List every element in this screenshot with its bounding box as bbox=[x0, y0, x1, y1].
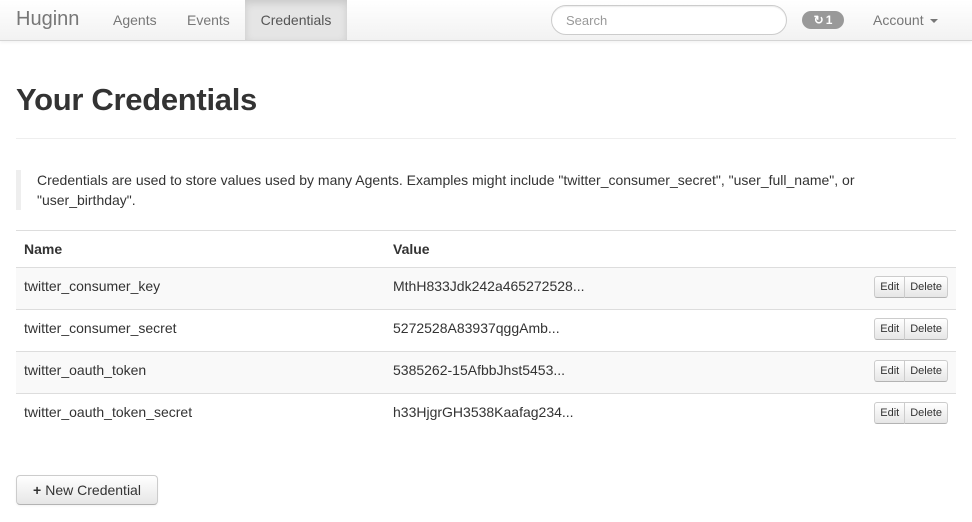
table-row: twitter_consumer_secret 5272528A83937qgg… bbox=[16, 309, 956, 351]
caret-down-icon bbox=[929, 19, 938, 24]
edit-button[interactable]: Edit bbox=[874, 318, 906, 340]
account-label: Account bbox=[873, 12, 924, 28]
table-row: twitter_oauth_token 5385262-15AfbbJhst54… bbox=[16, 351, 956, 393]
edit-button[interactable]: Edit bbox=[874, 276, 906, 298]
new-credential-label: New Credential bbox=[45, 482, 141, 498]
row-actions: Edit Delete bbox=[874, 318, 948, 340]
credential-name: twitter_oauth_token bbox=[24, 362, 147, 378]
credential-name: twitter_oauth_token_secret bbox=[24, 404, 193, 420]
row-actions: Edit Delete bbox=[874, 402, 948, 424]
credentials-table: Name Value twitter_consumer_key MthH833J… bbox=[16, 230, 956, 435]
divider bbox=[16, 138, 956, 139]
credential-value: 5385262-15AfbbJhst5453... bbox=[393, 362, 566, 378]
delete-button[interactable]: Delete bbox=[905, 402, 948, 424]
credential-value: h33HjgrGH3538Kaafag234... bbox=[393, 404, 574, 420]
nav-credentials[interactable]: Credentials bbox=[245, 0, 347, 40]
column-header-name: Name bbox=[24, 241, 63, 257]
page-title: Your Credentials bbox=[16, 82, 257, 117]
jobs-count: 1 bbox=[825, 13, 833, 27]
credential-value: MthH833Jdk242a465272528... bbox=[393, 278, 585, 294]
credential-name: twitter_consumer_key bbox=[24, 278, 161, 294]
info-blockquote: Credentials are used to store values use… bbox=[16, 170, 916, 210]
edit-button[interactable]: Edit bbox=[874, 402, 906, 424]
account-menu[interactable]: Account bbox=[873, 0, 938, 40]
sync-icon: ↻ bbox=[813, 13, 824, 27]
search-input[interactable] bbox=[551, 5, 787, 35]
edit-button[interactable]: Edit bbox=[874, 360, 906, 382]
nav-events[interactable]: Events bbox=[173, 0, 244, 40]
nav-agents[interactable]: Agents bbox=[99, 0, 171, 40]
table-row: twitter_consumer_key MthH833Jdk242a46527… bbox=[16, 267, 956, 309]
plus-icon: + bbox=[33, 482, 42, 498]
row-actions: Edit Delete bbox=[874, 276, 948, 298]
credential-name: twitter_consumer_secret bbox=[24, 320, 177, 336]
table-row: twitter_oauth_token_secret h33HjgrGH3538… bbox=[16, 393, 956, 435]
delete-button[interactable]: Delete bbox=[905, 318, 948, 340]
table-header: Name Value bbox=[16, 230, 956, 267]
jobs-badge[interactable]: ↻ 1 bbox=[802, 11, 844, 29]
top-navbar: Huginn Agents Events Credentials ↻1 Acco… bbox=[0, 0, 972, 41]
new-credential-button[interactable]: + New Credential bbox=[16, 475, 158, 505]
brand-logo[interactable]: Huginn bbox=[16, 8, 79, 31]
delete-button[interactable]: Delete bbox=[905, 276, 948, 298]
credential-value: 5272528A83937qggAmb... bbox=[393, 320, 560, 336]
column-header-value: Value bbox=[393, 241, 430, 257]
row-actions: Edit Delete bbox=[874, 360, 948, 382]
delete-button[interactable]: Delete bbox=[905, 360, 948, 382]
